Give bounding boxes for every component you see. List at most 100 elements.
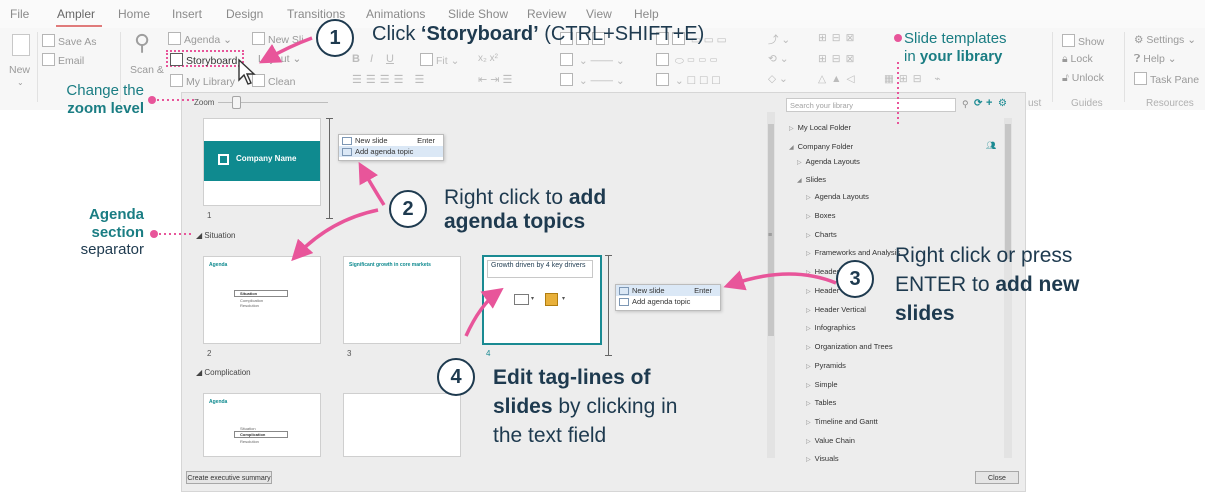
tree-item[interactable]: ▷ Value Chain xyxy=(806,436,855,445)
task-pane-button[interactable]: Task Pane xyxy=(1134,72,1199,86)
menu-animations[interactable]: Animations xyxy=(366,7,425,21)
slide-thumbnail-1[interactable]: Company Name xyxy=(203,118,321,206)
line-icons[interactable]: ⌄ ─── ⌄ xyxy=(560,53,625,67)
tree-item[interactable]: ▷ Simple xyxy=(806,380,838,389)
unlock-button[interactable]: 🔓︎ Unlock xyxy=(1062,72,1104,85)
align-obj-icons-2[interactable]: ⊞⊟⊠ xyxy=(818,53,859,65)
library-scrollbar-thumb[interactable] xyxy=(1005,124,1011,259)
create-executive-summary-button[interactable]: Create executive summary xyxy=(186,471,272,484)
gear-icon[interactable]: ⚙ xyxy=(998,98,1007,109)
align-obj-icons-3[interactable]: △▲◁ xyxy=(818,73,860,85)
slide-thumbnail-2[interactable]: Agenda Situation Complication Resolution xyxy=(203,256,321,344)
subscript-icon[interactable]: x₂ x² xyxy=(478,53,498,64)
refresh-icon[interactable]: ⟳ xyxy=(974,98,982,109)
ctx-new-slide[interactable]: New slide Enter xyxy=(339,135,443,146)
storyboard-scrollbar-thumb[interactable] xyxy=(768,124,774,336)
email-button[interactable]: Email xyxy=(42,53,84,67)
menu-slide-show[interactable]: Slide Show xyxy=(448,7,508,21)
tree-item[interactable]: ▷ Frameworks and Analysis xyxy=(806,248,900,257)
tree-item[interactable]: ▷ Pyramids xyxy=(806,361,846,370)
chevron-right-icon: ▷ xyxy=(789,126,794,132)
menu-review[interactable]: Review xyxy=(527,7,566,21)
menu-view[interactable]: View xyxy=(586,7,612,21)
ctx-add-agenda[interactable]: Add agenda topic xyxy=(616,296,720,307)
grid-icons[interactable]: ▦⊞⊟ ⌁ xyxy=(884,73,946,85)
slide-thumbnail-4[interactable]: Growth driven by 4 key drivers ▾ ▾ xyxy=(482,255,602,345)
underline-icon[interactable]: U xyxy=(386,53,394,65)
tree-label: Company Folder xyxy=(797,142,854,151)
misc-icons-3[interactable]: ⌄ ☐ ☐ ☐ xyxy=(656,73,721,87)
ctx-add-agenda[interactable]: Add agenda topic xyxy=(339,146,443,157)
arrange-icon-1[interactable]: ⤴ ⌄ xyxy=(768,32,790,47)
insert-element-icon[interactable] xyxy=(514,294,529,305)
tree-item[interactable]: ▷ Agenda Layouts xyxy=(797,157,860,166)
arrange-icon-3[interactable]: ◇ ⌄ xyxy=(768,73,788,85)
tree-label: Tables xyxy=(814,398,837,407)
fill-icons[interactable]: ⌄ ─── ⌄ xyxy=(560,73,625,87)
agenda-button[interactable]: Agenda ⌄ xyxy=(168,32,232,46)
tree-item[interactable]: ▷ Timeline and Gantt xyxy=(806,417,878,426)
tree-item[interactable]: ▷ Boxes xyxy=(806,211,835,220)
tree-item[interactable]: ▷ Header xyxy=(806,267,839,276)
layout-button[interactable]: Layout ⌄ xyxy=(258,53,301,65)
tree-item[interactable]: ▷ Header Vertical xyxy=(806,305,866,314)
insertion-cap xyxy=(326,118,333,119)
chevron-down-icon: ◢ xyxy=(789,145,794,151)
misc-icons-2[interactable]: ⬭ ▭ ▭ ▭ xyxy=(656,53,718,68)
new-slide-icon xyxy=(342,137,352,145)
fit-button[interactable]: Fit ⌄ xyxy=(420,53,459,67)
tree-label: Infographics xyxy=(814,323,856,332)
new-slide-button[interactable]: New Sli xyxy=(252,32,304,46)
menu-file[interactable]: File xyxy=(10,7,29,21)
tree-item[interactable]: ▷ Header xyxy=(806,286,839,295)
menu-ampler[interactable]: Ampler xyxy=(57,7,95,21)
add-icon[interactable]: + xyxy=(986,97,992,109)
tree-item[interactable]: ▷ Infographics xyxy=(806,323,855,332)
agenda-label: Agenda xyxy=(184,34,221,46)
align-icons[interactable]: ☰☰☰☰ ☰ xyxy=(352,73,428,86)
settings-button[interactable]: ⚙ Settings ⌄ xyxy=(1134,34,1196,46)
menu-insert[interactable]: Insert xyxy=(172,7,202,21)
slide-thumbnail-3[interactable]: Significant growth in core markets xyxy=(343,256,461,344)
bold-icon[interactable]: B xyxy=(352,53,360,65)
tree-item[interactable]: ▷ Organization and Trees xyxy=(806,342,893,351)
arrange-icon-2[interactable]: ⟲ ⌄ xyxy=(768,53,789,65)
tree-item[interactable]: ▷ Tables xyxy=(806,398,836,407)
scan-button[interactable]: Scan & xyxy=(130,64,164,76)
ctx-new-slide[interactable]: New slide Enter xyxy=(616,285,720,296)
slide-thumbnail-6[interactable] xyxy=(343,393,461,457)
show-toggle[interactable]: Show xyxy=(1062,34,1104,48)
italic-icon[interactable]: I xyxy=(370,53,373,65)
align-obj-icons-1[interactable]: ⊞⊟⊠ xyxy=(818,32,859,44)
save-as-button[interactable]: Save As xyxy=(42,34,97,48)
my-library-button[interactable]: My Library xyxy=(170,74,235,88)
search-icon[interactable]: ⚲ xyxy=(962,99,969,110)
tree-my-local-folder[interactable]: ▷ My Local Folder xyxy=(789,123,851,132)
help-button[interactable]: ❓︎ Help ⌄ xyxy=(1134,53,1177,66)
menu-design[interactable]: Design xyxy=(226,7,263,21)
close-button[interactable]: Close xyxy=(975,471,1019,484)
new-button[interactable]: New xyxy=(9,64,30,76)
indent-icon[interactable]: ⇤ ⇥ ☰ xyxy=(478,73,512,86)
lock-button[interactable]: 🔒︎ Lock xyxy=(1062,53,1093,66)
insert-picture-icon[interactable] xyxy=(545,293,558,306)
tagline-input[interactable]: Growth driven by 4 key drivers xyxy=(487,260,593,278)
library-search-input[interactable]: Search your library xyxy=(786,98,956,112)
tree-item[interactable]: ◢ Slides xyxy=(797,175,826,184)
task-pane-label: Task Pane xyxy=(1150,74,1200,86)
tree-company-folder[interactable]: ◢ Company Folder xyxy=(789,142,853,151)
menu-home[interactable]: Home xyxy=(118,7,150,21)
pane-splitter[interactable]: ≡ xyxy=(768,232,772,239)
tree-item[interactable]: ▷ Agenda Layouts xyxy=(806,192,869,201)
storyboard-button[interactable]: Storyboard xyxy=(170,53,237,67)
slide-thumbnail-5[interactable]: Agenda Situation Complication Resolution xyxy=(203,393,321,457)
tree-item[interactable]: ▷ Charts xyxy=(806,230,837,239)
section-separator-situation[interactable]: ◢ Situation xyxy=(196,231,236,240)
zoom-slider-thumb[interactable] xyxy=(232,96,241,109)
section-separator-complication[interactable]: ◢ Complication xyxy=(196,368,251,377)
menu-help[interactable]: Help xyxy=(634,7,659,21)
tree-item[interactable]: ▷ Visuals xyxy=(806,454,839,463)
chevron-down-icon[interactable]: ▾ xyxy=(531,295,534,302)
new-chevron-icon[interactable]: ⌄ xyxy=(17,78,24,87)
chevron-down-icon[interactable]: ▾ xyxy=(562,295,565,302)
